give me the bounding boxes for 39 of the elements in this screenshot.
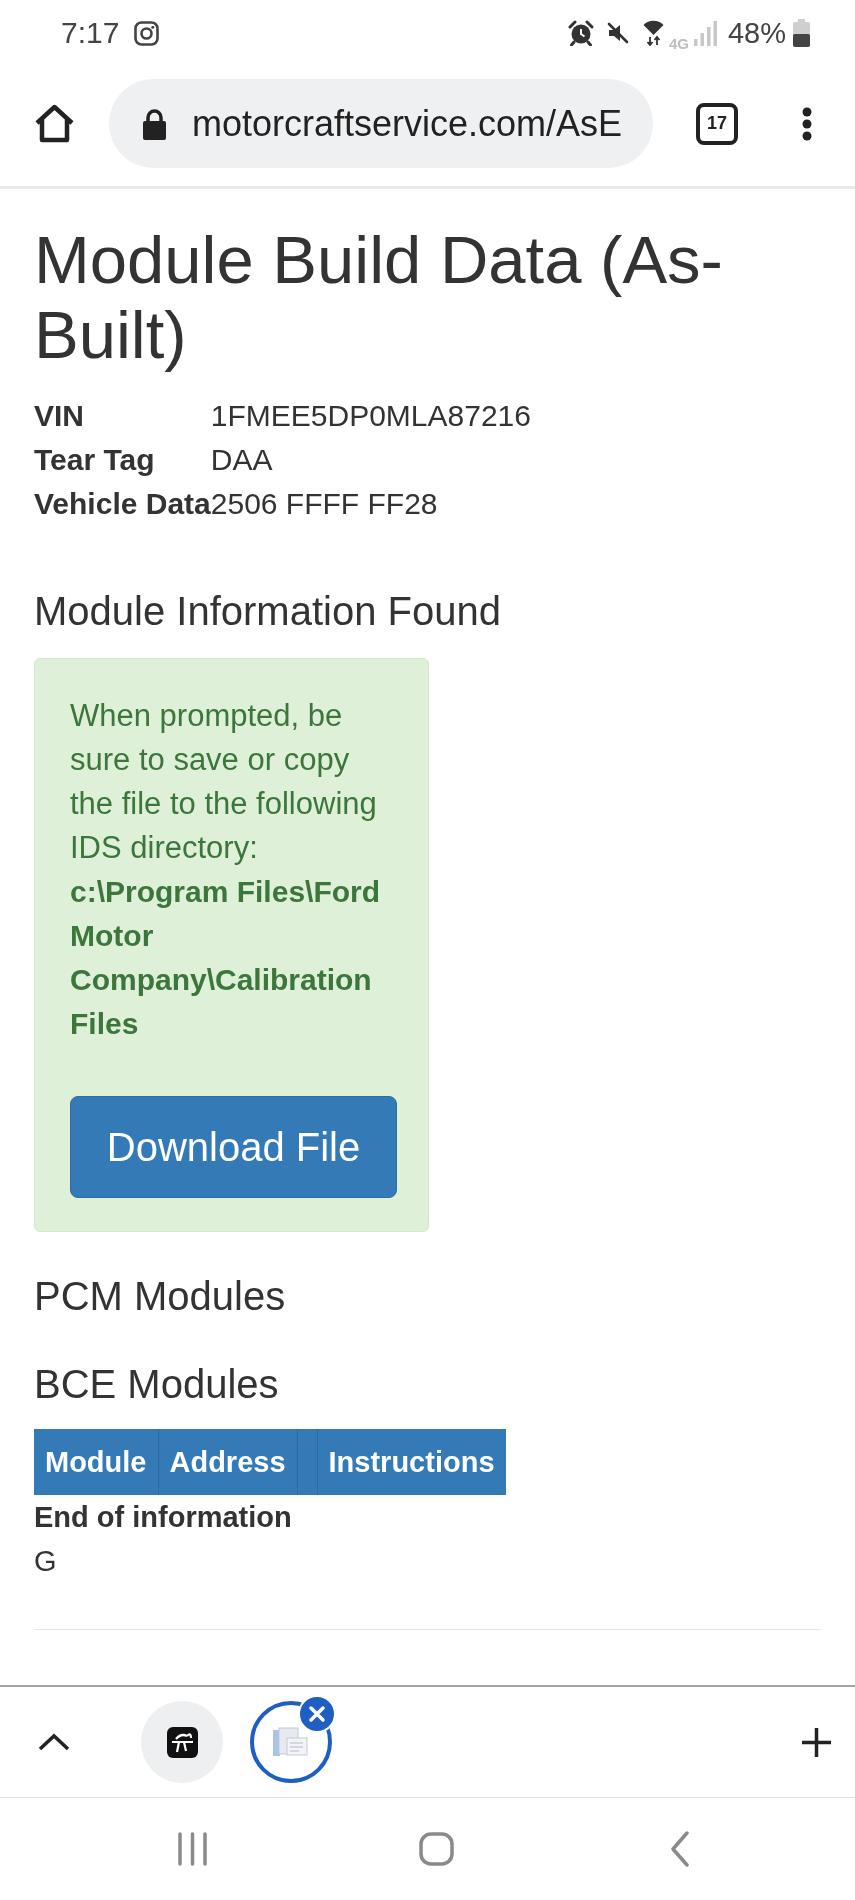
download-button[interactable]: Download File	[70, 1096, 397, 1198]
wifi-icon	[642, 20, 664, 46]
end-notice: End of information	[34, 1500, 292, 1535]
page-title: Module Build Data (As-Built)	[34, 222, 724, 372]
column-header: Instructions	[327, 1444, 496, 1480]
directory-path: c:\Program Files\Ford Motor Company\Calibration Files	[70, 874, 382, 1042]
signal-bars-icon	[693, 20, 717, 46]
close-icon[interactable]	[298, 1695, 336, 1733]
alert-message: When prompted, be sure to save or copy the file to the following IDS directory:	[70, 697, 378, 867]
site-logo-icon	[166, 1726, 198, 1758]
field-value: 1FMEE5DP0MLA87216	[210, 399, 531, 432]
tab-switcher-button[interactable]: 17	[696, 102, 738, 145]
camera-icon	[134, 20, 160, 46]
column-header: Module	[34, 1429, 159, 1495]
field-value: DAA	[210, 443, 273, 476]
battery-icon	[792, 19, 811, 47]
chevron-up-icon[interactable]	[37, 1732, 71, 1752]
field-label: Tear Tag	[34, 442, 156, 478]
section-heading: BCE Modules	[34, 1363, 279, 1405]
recent-apps-icon[interactable]	[177, 1832, 208, 1866]
section-heading: Module Information Found	[34, 590, 501, 632]
field-value: 2506 FFFF FF28	[210, 487, 438, 520]
alarm-clock-icon	[567, 20, 594, 46]
home-icon[interactable]	[34, 104, 75, 143]
field-label: VIN	[34, 398, 85, 434]
document-icon	[273, 1727, 309, 1757]
lock-icon	[142, 107, 167, 140]
clock-time: 7:17	[61, 16, 120, 50]
address-bar[interactable]: motorcraftservice.com/AsE	[109, 79, 653, 168]
network-type-text: 4G	[668, 34, 689, 52]
field-label: Vehicle Data	[34, 486, 211, 522]
column-header: Address	[158, 1429, 298, 1495]
back-icon[interactable]	[669, 1831, 690, 1867]
trailing-text: G	[34, 1544, 57, 1579]
nav-home-icon[interactable]	[419, 1832, 454, 1866]
plus-icon[interactable]	[800, 1725, 833, 1759]
section-heading: PCM Modules	[34, 1275, 286, 1317]
muted-speaker-icon	[606, 22, 629, 44]
battery-percent: 48%	[727, 16, 786, 50]
